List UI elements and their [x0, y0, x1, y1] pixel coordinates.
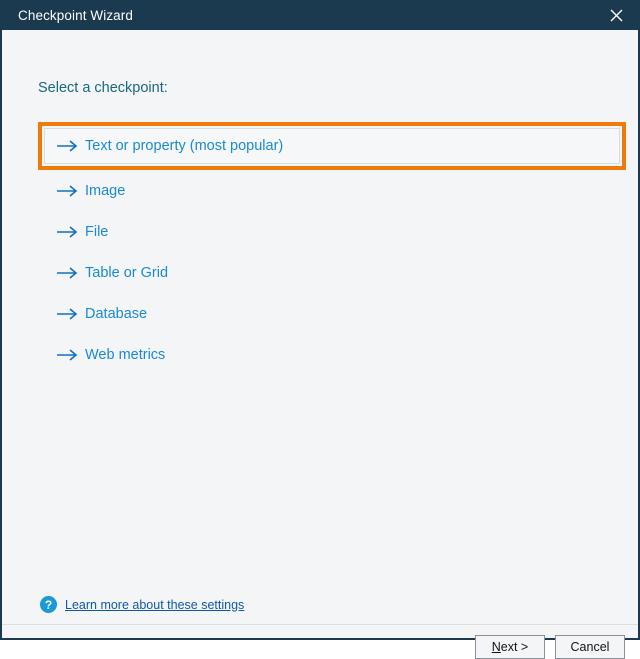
list-item-label[interactable]: File — [85, 224, 108, 240]
close-icon — [610, 9, 623, 22]
arrow-right-icon — [57, 226, 85, 238]
list-item-text-or-property[interactable]: Text or property (most popular) — [38, 122, 626, 170]
button-bar: Next > Cancel — [2, 625, 638, 638]
close-button[interactable] — [594, 0, 638, 30]
page-title: Select a checkpoint: — [38, 80, 168, 96]
list-item-web-metrics[interactable]: Web metrics — [38, 334, 626, 375]
learn-more-link[interactable]: Learn more about these settings — [65, 598, 244, 612]
list-item-image[interactable]: Image — [38, 170, 626, 211]
next-button-label: ext > — [501, 640, 528, 654]
list-item-label[interactable]: Web metrics — [85, 347, 165, 363]
help-icon[interactable]: ? — [40, 596, 57, 613]
arrow-right-icon — [57, 349, 85, 361]
next-accel-letter: N — [492, 640, 501, 654]
arrow-right-icon — [57, 267, 85, 279]
arrow-right-icon — [57, 140, 85, 152]
list-item-label[interactable]: Database — [85, 306, 147, 322]
arrow-right-icon — [57, 185, 85, 197]
dialog-body: Select a checkpoint: Text or property (m… — [2, 30, 638, 638]
list-item-label[interactable]: Image — [85, 183, 125, 199]
checkpoint-list: Text or property (most popular) Image Fi… — [38, 122, 626, 375]
cancel-button[interactable]: Cancel — [555, 635, 625, 659]
next-button[interactable]: Next > — [475, 635, 545, 659]
help-line: ? Learn more about these settings — [40, 596, 244, 613]
list-item-table-or-grid[interactable]: Table or Grid — [38, 252, 626, 293]
list-item-label[interactable]: Text or property (most popular) — [85, 138, 283, 154]
list-item-label[interactable]: Table or Grid — [85, 265, 168, 281]
title-bar: Checkpoint Wizard — [2, 0, 638, 30]
list-item-file[interactable]: File — [38, 211, 626, 252]
list-item-database[interactable]: Database — [38, 293, 626, 334]
window-title: Checkpoint Wizard — [18, 8, 133, 23]
arrow-right-icon — [57, 308, 85, 320]
checkpoint-wizard-window: Checkpoint Wizard Select a checkpoint: T… — [0, 0, 640, 640]
